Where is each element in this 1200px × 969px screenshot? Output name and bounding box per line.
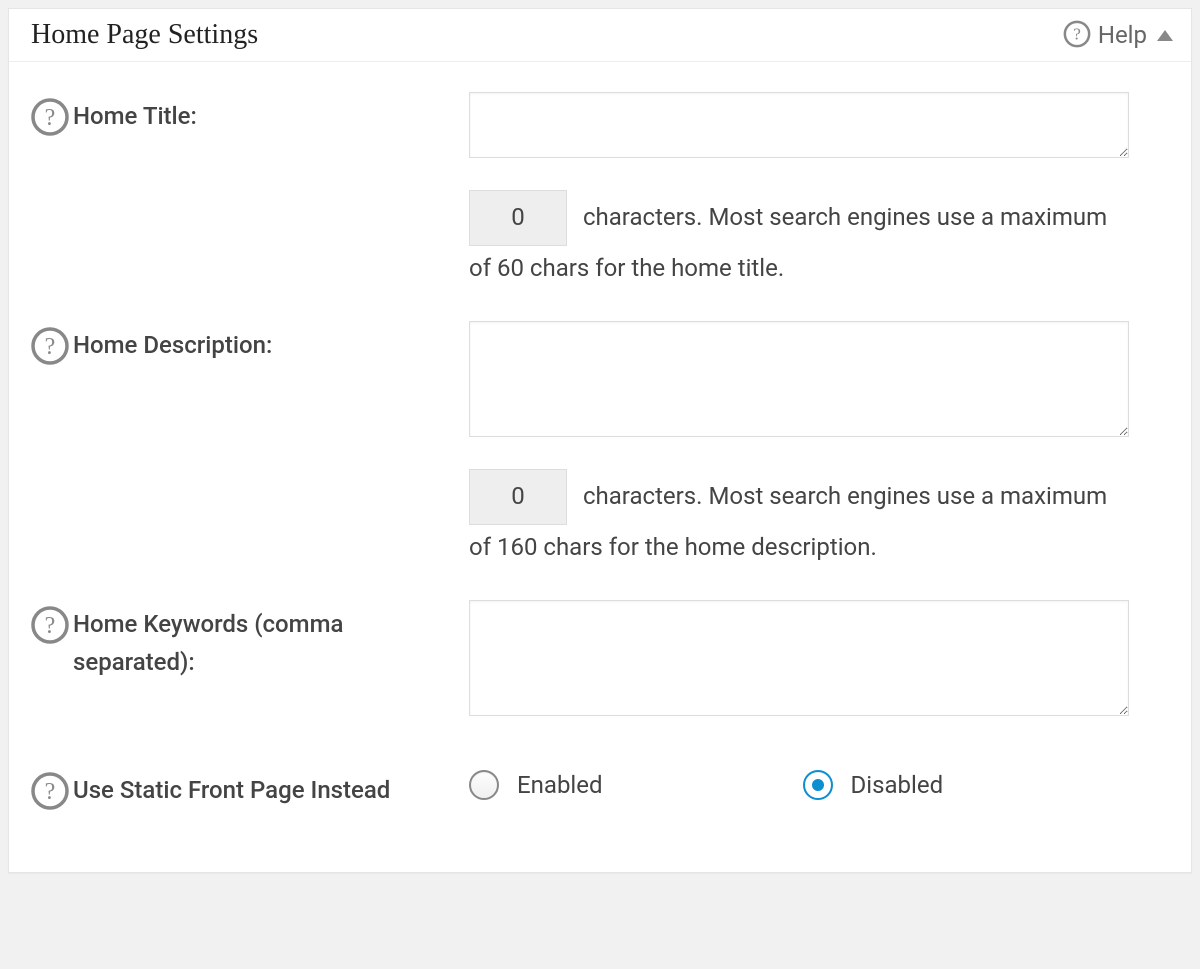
panel-header: Home Page Settings ? Help	[9, 9, 1191, 62]
field-col: Enabled Disabled	[469, 766, 1129, 800]
label-col: ? Use Static Front Page Instead	[29, 766, 469, 812]
help-link[interactable]: ? Help	[1062, 21, 1147, 49]
home-title-input[interactable]	[469, 92, 1129, 158]
panel-title: Home Page Settings	[31, 19, 258, 51]
label-col: ? Home Title:	[29, 92, 469, 138]
help-icon[interactable]: ?	[29, 604, 71, 646]
row-static-front-page: ? Use Static Front Page Instead Enabled …	[29, 766, 1171, 812]
row-home-keywords: ? Home Keywords (comma separated):	[29, 600, 1171, 720]
home-title-label: Home Title:	[73, 98, 197, 135]
home-description-label: Home Description:	[73, 327, 272, 364]
svg-text:?: ?	[1073, 25, 1081, 44]
svg-text:?: ?	[45, 334, 56, 360]
help-icon[interactable]: ?	[29, 325, 71, 367]
home-keywords-label: Home Keywords (comma separated):	[73, 606, 393, 680]
radio-disabled-label: Disabled	[851, 771, 944, 799]
label-col: ? Home Description:	[29, 321, 469, 367]
label-col: ? Home Keywords (comma separated):	[29, 600, 469, 680]
home-description-char-info: 0 characters. Most search engines use a …	[469, 469, 1129, 570]
radio-enabled[interactable]: Enabled	[469, 770, 603, 800]
home-description-input[interactable]	[469, 321, 1129, 437]
home-title-char-count: 0	[469, 190, 567, 246]
radio-icon	[469, 770, 499, 800]
svg-text:?: ?	[45, 105, 56, 131]
help-icon[interactable]: ?	[29, 96, 71, 138]
help-label: Help	[1098, 21, 1147, 49]
home-title-char-info: 0 characters. Most search engines use a …	[469, 190, 1129, 291]
static-front-page-label: Use Static Front Page Instead	[73, 772, 390, 809]
radio-icon	[803, 770, 833, 800]
help-group: ? Help	[1062, 21, 1173, 49]
field-col	[469, 600, 1129, 720]
field-col: 0 characters. Most search engines use a …	[469, 92, 1129, 291]
radio-disabled[interactable]: Disabled	[803, 770, 944, 800]
row-home-description: ? Home Description: 0 characters. Most s…	[29, 321, 1171, 570]
svg-text:?: ?	[45, 779, 56, 805]
help-icon[interactable]: ?	[29, 770, 71, 812]
panel-body: ? Home Title: 0 characters. Most search …	[9, 62, 1191, 872]
home-keywords-input[interactable]	[469, 600, 1129, 716]
svg-text:?: ?	[45, 613, 56, 639]
home-description-char-count: 0	[469, 469, 567, 525]
radio-enabled-label: Enabled	[517, 771, 603, 799]
collapse-caret-up-icon[interactable]	[1157, 30, 1173, 41]
static-front-page-radio-group: Enabled Disabled	[469, 766, 1129, 800]
help-icon: ?	[1062, 19, 1092, 49]
field-col: 0 characters. Most search engines use a …	[469, 321, 1129, 570]
row-home-title: ? Home Title: 0 characters. Most search …	[29, 92, 1171, 291]
home-page-settings-panel: Home Page Settings ? Help	[8, 8, 1192, 873]
